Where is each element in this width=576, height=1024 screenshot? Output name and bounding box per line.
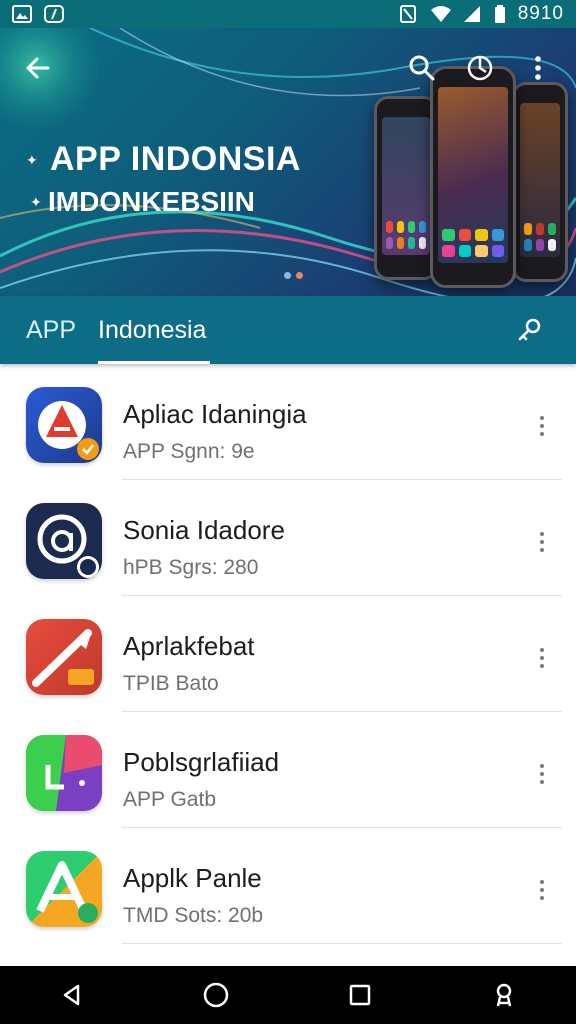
list-item[interactable]: Sonia Idadore hPB Sgrs: 280	[0, 480, 576, 596]
more-options-button[interactable]	[524, 520, 560, 564]
carousel-indicator	[284, 272, 303, 279]
key-icon[interactable]	[510, 310, 550, 350]
image-icon	[12, 5, 32, 23]
app-meta: TPIB Bato	[123, 672, 219, 695]
app-name: Apliac Idaningia	[123, 399, 307, 429]
green-purple-pie-icon	[26, 735, 102, 811]
signal-icon	[462, 5, 482, 23]
battery-icon	[494, 5, 506, 23]
system-nav-bar	[0, 966, 576, 1024]
nfc-icon	[398, 5, 418, 23]
search-icon[interactable]	[398, 44, 446, 92]
app-name: Poblsgrlafiiad	[123, 747, 280, 777]
more-options-button[interactable]	[524, 752, 560, 796]
red-slash-icon	[26, 619, 102, 695]
back-arrow-icon[interactable]	[14, 44, 62, 92]
banner-subtitle: IMDONKEBSIIN	[48, 186, 255, 217]
home-circle-icon[interactable]	[186, 966, 246, 1024]
list-item[interactable]: Applk Panle TMD Sots: 20b	[0, 828, 576, 944]
letter-a-circle-navy-icon	[26, 503, 102, 579]
app-meta: APP Gatb	[123, 788, 217, 811]
list-item[interactable]: Apliac Idaningia APP Sgnn: 9e	[0, 364, 576, 480]
list-item[interactable]: Poblsgrlafiiad APP Gatb	[0, 712, 576, 828]
toolbar	[0, 28, 576, 108]
clock-icon	[44, 5, 64, 23]
account-icon[interactable]	[474, 966, 534, 1024]
recents-square-icon[interactable]	[330, 966, 390, 1024]
wifi-icon	[430, 5, 451, 23]
list-item[interactable]: Aprlakfebat TPIB Bato	[0, 596, 576, 712]
more-options-button[interactable]	[524, 636, 560, 680]
tab-indonesia[interactable]: Indonesia	[98, 296, 211, 364]
more-options-button[interactable]	[524, 868, 560, 912]
sparkle-icon: ✦	[30, 194, 42, 210]
more-options-button[interactable]	[524, 404, 560, 448]
app-name: Sonia Idadore	[123, 515, 285, 545]
tab-app[interactable]: APP	[26, 296, 76, 364]
globe-icon[interactable]	[456, 44, 504, 92]
app-meta: TMD Sots: 20b	[123, 904, 264, 927]
status-time: 8910	[517, 3, 564, 24]
status-bar: 8910	[0, 0, 576, 28]
phone-left-illustration	[374, 96, 438, 280]
app-meta: APP Sgnn: 9e	[123, 440, 255, 463]
letter-a-red-blue-icon	[26, 387, 102, 463]
back-triangle-icon[interactable]	[42, 966, 102, 1024]
more-vert-icon[interactable]	[514, 44, 562, 92]
app-meta: hPB Sgrs: 280	[123, 556, 259, 579]
app-name: Applk Panle	[123, 863, 262, 893]
app-name: Aprlakfebat	[123, 631, 255, 661]
letter-a-green-orange-icon	[26, 851, 102, 927]
tab-bar: APP Indonesia	[0, 296, 576, 364]
banner-title: APP INDONSIA	[50, 140, 301, 178]
phone-right-illustration	[512, 82, 568, 282]
sparkle-icon: ✦	[26, 152, 38, 168]
app-list: Apliac Idaningia APP Sgnn: 9e Sonia Idad…	[0, 364, 576, 944]
header-banner: ✦ ✦ APP INDONSIA IMDONKEBSIIN	[0, 28, 576, 296]
